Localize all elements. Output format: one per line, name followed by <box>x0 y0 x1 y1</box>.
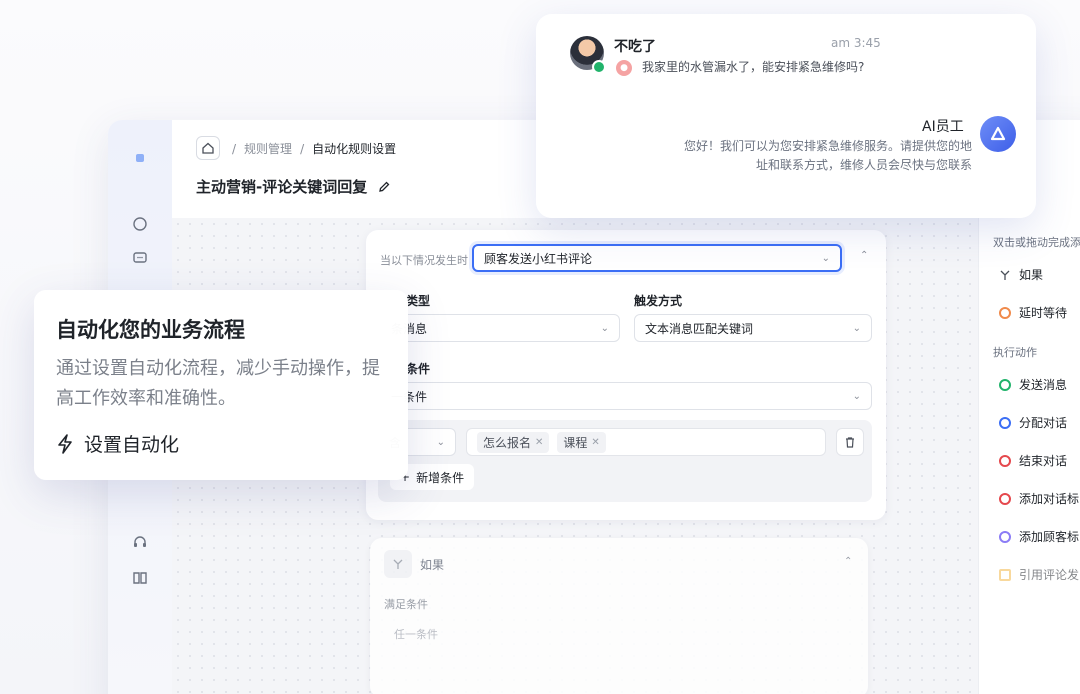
mode-value: 文本消息匹配关键词 <box>645 321 754 336</box>
trigger-event-select[interactable]: 顾客发送小红书评论 ⌄ <box>472 244 842 272</box>
ai-avatar-icon <box>980 116 1016 152</box>
chevron-up-icon[interactable]: ⌃ <box>860 250 868 261</box>
breadcrumb-sep: / <box>300 141 305 156</box>
palette-label: 结束对话 <box>1019 454 1068 468</box>
feature-title: 自动化您的业务流程 <box>56 318 245 342</box>
logo-icon[interactable] <box>130 148 150 168</box>
chevron-down-icon: ⌄ <box>852 390 861 402</box>
tag-label: 怎么报名 <box>483 435 532 450</box>
actions-title: 执行动作 <box>993 346 1037 359</box>
palette-label: 添加顾客标 <box>1019 530 1080 544</box>
tag-icon <box>999 492 1011 505</box>
trash-icon <box>846 437 854 448</box>
message-icon[interactable] <box>130 248 150 268</box>
close-icon[interactable]: ✕ <box>535 437 543 448</box>
keyword-tag: 课程 ✕ <box>557 431 606 453</box>
page-title-text: 主动营销-评论关键词回复 <box>196 178 368 196</box>
ai-message: 您好！我们可以为您安排紧急维修服务。请提供您的地址和联系方式，维修人员会尽快与您… <box>683 139 972 172</box>
palette-item-quote-reply[interactable]: 引用评论发 <box>999 566 1079 583</box>
satisfy-label: 满足条件 <box>384 598 428 611</box>
lightning-icon <box>58 433 72 454</box>
palette-item-conv-tag[interactable]: 添加对话标 <box>999 490 1079 507</box>
mode-select[interactable]: 文本消息匹配关键词 ⌄ <box>634 314 872 342</box>
node-palette: 双击或拖动完成添加 如果 延时等待 执行动作 发送消息 分配对话 结束对话 添加… <box>978 218 1080 694</box>
palette-label: 分配对话 <box>1019 416 1068 430</box>
palette-label: 如果 <box>1019 268 1044 282</box>
palette-label: 延时等待 <box>1019 306 1068 320</box>
chat-bubble-icon <box>999 378 1011 391</box>
tag-label: 课程 <box>563 435 588 450</box>
home-button[interactable] <box>196 136 220 160</box>
home-icon <box>202 142 214 154</box>
if-label: 如果 <box>420 558 445 572</box>
if-card: 如果 ⌃ 满足条件 任一条件 <box>370 538 868 694</box>
page-title: 主动营销-评论关键词回复 <box>196 176 391 197</box>
condition-label: 条件 <box>406 362 431 376</box>
book-icon[interactable] <box>130 568 150 588</box>
chevron-down-icon: ⌄ <box>821 252 830 264</box>
breadcrumb-rules[interactable]: 规则管理 <box>244 140 292 157</box>
palette-hint: 双击或拖动完成添加 <box>993 236 1080 249</box>
palette-label: 引用评论发 <box>1019 568 1080 582</box>
any-condition-value: 任一条件 <box>394 628 438 641</box>
palette-item-customer-tag[interactable]: 添加顾客标 <box>999 528 1079 545</box>
branch-icon <box>1000 270 1010 280</box>
palette-item-send-message[interactable]: 发送消息 <box>999 376 1067 393</box>
trigger-card: 当以下情况发生时 顾客发送小红书评论 ⌄ ⌃ 类型 条消息 ⌄ 触发方式 文本消… <box>366 230 886 520</box>
chevron-down-icon: ⌄ <box>436 436 445 448</box>
breadcrumb: / 规则管理 / 自动化规则设置 <box>232 140 396 157</box>
quote-icon <box>999 568 1011 581</box>
branch-icon <box>384 550 412 578</box>
palette-item-if[interactable]: 如果 <box>999 266 1043 283</box>
customer-name: 不吃了 <box>614 39 656 55</box>
palette-item-end[interactable]: 结束对话 <box>999 452 1067 469</box>
keyword-tag: 怎么报名 ✕ <box>477 431 550 453</box>
clock-icon <box>999 306 1011 319</box>
palette-label: 发送消息 <box>1019 378 1068 392</box>
emoji-icon: ● <box>616 60 632 76</box>
headset-icon[interactable] <box>130 532 150 552</box>
chat-bubble-icon[interactable] <box>130 214 150 234</box>
type-select[interactable]: 条消息 ⌄ <box>380 314 620 342</box>
breadcrumb-sep: / <box>232 141 237 156</box>
setup-automation-label: 设置自动化 <box>84 434 180 456</box>
channel-badge-icon <box>592 60 606 74</box>
trigger-event-value: 顾客发送小红书评论 <box>484 251 593 266</box>
palette-item-assign[interactable]: 分配对话 <box>999 414 1067 431</box>
stop-icon <box>999 454 1011 467</box>
message-time: am 3:45 <box>831 36 881 50</box>
feature-card: 自动化您的业务流程 通过设置自动化流程，减少手动操作，提高工作效率和准确性。 设… <box>34 290 408 480</box>
feature-description: 通过设置自动化流程，减少手动操作，提高工作效率和准确性。 <box>56 358 380 409</box>
chevron-up-icon[interactable]: ⌃ <box>844 556 852 567</box>
condition-select[interactable]: 一条件 ⌄ <box>380 382 872 410</box>
delete-condition-button[interactable] <box>836 428 864 456</box>
close-icon[interactable]: ✕ <box>591 437 599 448</box>
palette-item-delay[interactable]: 延时等待 <box>999 304 1067 321</box>
customer-message: 我家里的水管漏水了，能安排紧急维修吗? <box>642 60 865 74</box>
condition-group: 含 ⌄ 怎么报名✕ 课程✕ + 新增条件 <box>378 420 872 502</box>
keyword-tag-input[interactable]: 怎么报名 ✕ 课程 ✕ <box>466 428 826 456</box>
assign-icon <box>999 416 1011 429</box>
chat-preview-card: 不吃了 am 3:45 ● 我家里的水管漏水了，能安排紧急维修吗? AI员工 您… <box>536 14 1036 218</box>
type-label: 类型 <box>406 294 431 308</box>
chevron-down-icon: ⌄ <box>852 322 861 334</box>
breadcrumb-current: 自动化规则设置 <box>312 142 397 156</box>
add-condition-label: 新增条件 <box>416 470 465 485</box>
palette-label: 添加对话标 <box>1019 492 1080 506</box>
user-tag-icon <box>999 530 1011 543</box>
edit-icon[interactable] <box>377 180 391 194</box>
when-label: 当以下情况发生时 <box>380 254 468 267</box>
ai-agent-name: AI员工 <box>922 119 964 135</box>
mode-label: 触发方式 <box>634 294 683 308</box>
setup-automation-button[interactable]: 设置自动化 <box>56 430 179 457</box>
chevron-down-icon: ⌄ <box>600 322 609 334</box>
